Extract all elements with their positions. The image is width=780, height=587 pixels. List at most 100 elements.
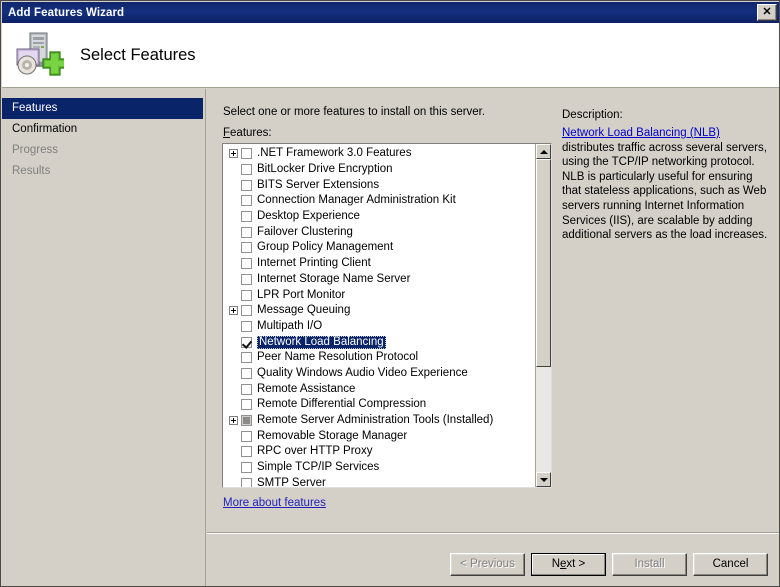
feature-row[interactable]: .NET Framework 3.0 Features — [223, 146, 536, 162]
feature-checkbox[interactable] — [241, 337, 252, 348]
sidebar-item-progress: Progress — [2, 140, 205, 161]
expander-spacer — [229, 196, 238, 205]
expander-spacer — [229, 400, 238, 409]
feature-checkbox[interactable] — [241, 305, 252, 316]
feature-label: Quality Windows Audio Video Experience — [257, 367, 468, 380]
feature-checkbox[interactable] — [241, 195, 252, 206]
feature-checkbox[interactable] — [241, 242, 252, 253]
sidebar-item-confirmation[interactable]: Confirmation — [2, 119, 205, 140]
feature-checkbox[interactable] — [241, 368, 252, 379]
feature-row[interactable]: Remote Differential Compression — [223, 397, 536, 413]
feature-row[interactable]: BitLocker Drive Encryption — [223, 162, 536, 178]
feature-row[interactable]: Remote Server Administration Tools (Inst… — [223, 413, 536, 429]
expand-plus-icon[interactable] — [229, 416, 238, 425]
feature-label: BitLocker Drive Encryption — [257, 163, 393, 176]
feature-checkbox[interactable] — [241, 227, 252, 238]
feature-checkbox[interactable] — [241, 478, 252, 488]
feature-label: Removable Storage Manager — [257, 430, 407, 443]
scroll-up-icon[interactable] — [536, 144, 551, 159]
header-band: Select Features — [2, 23, 780, 88]
wizard-footer: < Previous Next > Install Cancel — [207, 541, 780, 587]
feature-checkbox[interactable] — [241, 290, 252, 301]
scroll-down-icon[interactable] — [536, 472, 551, 487]
feature-row[interactable]: RPC over HTTP Proxy — [223, 444, 536, 460]
expander-spacer — [229, 447, 238, 456]
feature-checkbox[interactable] — [241, 211, 252, 222]
feature-checkbox[interactable] — [241, 399, 252, 410]
description-panel: Description: Network Load Balancing (NLB… — [562, 109, 770, 243]
page-title: Select Features — [80, 46, 196, 65]
cancel-button[interactable]: Cancel — [693, 553, 768, 576]
feature-row[interactable]: Internet Storage Name Server — [223, 272, 536, 288]
feature-checkbox[interactable] — [241, 431, 252, 442]
feature-checkbox[interactable] — [241, 274, 252, 285]
more-about-features-link[interactable]: More about features — [223, 497, 326, 509]
features-scrollbar[interactable] — [535, 144, 551, 487]
expander-spacer — [229, 338, 238, 347]
feature-label: Remote Differential Compression — [257, 398, 426, 411]
feature-label: BITS Server Extensions — [257, 179, 379, 192]
feature-checkbox[interactable] — [241, 164, 252, 175]
feature-row[interactable]: SMTP Server — [223, 475, 536, 488]
feature-checkbox[interactable] — [241, 180, 252, 191]
expander-spacer — [229, 385, 238, 394]
feature-row[interactable]: Desktop Experience — [223, 209, 536, 225]
feature-label: Failover Clustering — [257, 226, 353, 239]
add-features-wizard-window: Add Features Wizard ✕ — [0, 0, 780, 587]
previous-button-label: < Previous — [460, 558, 515, 570]
scrollbar-track[interactable] — [536, 159, 551, 472]
feature-label: Internet Storage Name Server — [257, 273, 410, 286]
feature-checkbox[interactable] — [241, 148, 252, 159]
feature-row[interactable]: Peer Name Resolution Protocol — [223, 350, 536, 366]
features-list-label: Features: — [223, 127, 272, 139]
feature-row[interactable]: Simple TCP/IP Services — [223, 460, 536, 476]
feature-checkbox[interactable] — [241, 415, 252, 426]
feature-label: .NET Framework 3.0 Features — [257, 147, 411, 160]
feature-row[interactable]: Quality Windows Audio Video Experience — [223, 366, 536, 382]
feature-row[interactable]: Group Policy Management — [223, 240, 536, 256]
description-body: Network Load Balancing (NLB) distributes… — [562, 126, 770, 243]
expand-plus-icon[interactable] — [229, 149, 238, 158]
expander-spacer — [229, 165, 238, 174]
feature-row[interactable]: Remote Assistance — [223, 381, 536, 397]
next-button[interactable]: Next > — [531, 553, 606, 576]
feature-checkbox[interactable] — [241, 462, 252, 473]
feature-row[interactable]: Connection Manager Administration Kit — [223, 193, 536, 209]
feature-checkbox[interactable] — [241, 321, 252, 332]
expander-spacer — [229, 228, 238, 237]
expand-plus-icon[interactable] — [229, 306, 238, 315]
feature-checkbox[interactable] — [241, 384, 252, 395]
feature-row[interactable]: Message Queuing — [223, 303, 536, 319]
feature-row[interactable]: Multipath I/O — [223, 319, 536, 335]
sidebar-item-features[interactable]: Features — [2, 98, 203, 119]
feature-label: Connection Manager Administration Kit — [257, 194, 456, 207]
feature-checkbox[interactable] — [241, 446, 252, 457]
features-rows-container: .NET Framework 3.0 Features BitLocker Dri… — [223, 146, 536, 488]
scrollbar-thumb[interactable] — [536, 159, 551, 367]
expander-spacer — [229, 322, 238, 331]
expander-spacer — [229, 181, 238, 190]
feature-row[interactable]: Network Load Balancing — [223, 334, 536, 350]
description-text: distributes traffic across several serve… — [562, 142, 767, 242]
expander-spacer — [229, 463, 238, 472]
close-icon[interactable]: ✕ — [757, 4, 777, 21]
feature-row[interactable]: BITS Server Extensions — [223, 177, 536, 193]
footer-separator — [207, 532, 780, 534]
expander-spacer — [229, 479, 238, 488]
feature-row[interactable]: Failover Clustering — [223, 224, 536, 240]
description-heading: Description: — [562, 109, 770, 121]
feature-label: Internet Printing Client — [257, 257, 371, 270]
sidebar-item-results: Results — [2, 161, 205, 182]
feature-label: RPC over HTTP Proxy — [257, 445, 372, 458]
feature-row[interactable]: Removable Storage Manager — [223, 428, 536, 444]
description-link[interactable]: Network Load Balancing (NLB) — [562, 127, 720, 139]
feature-row[interactable]: LPR Port Monitor — [223, 287, 536, 303]
features-listbox[interactable]: .NET Framework 3.0 Features BitLocker Dri… — [222, 143, 552, 488]
feature-row[interactable]: Internet Printing Client — [223, 256, 536, 272]
expander-spacer — [229, 275, 238, 284]
feature-label: Peer Name Resolution Protocol — [257, 351, 418, 364]
feature-checkbox[interactable] — [241, 352, 252, 363]
feature-label: Message Queuing — [257, 304, 350, 317]
expander-spacer — [229, 243, 238, 252]
feature-checkbox[interactable] — [241, 258, 252, 269]
